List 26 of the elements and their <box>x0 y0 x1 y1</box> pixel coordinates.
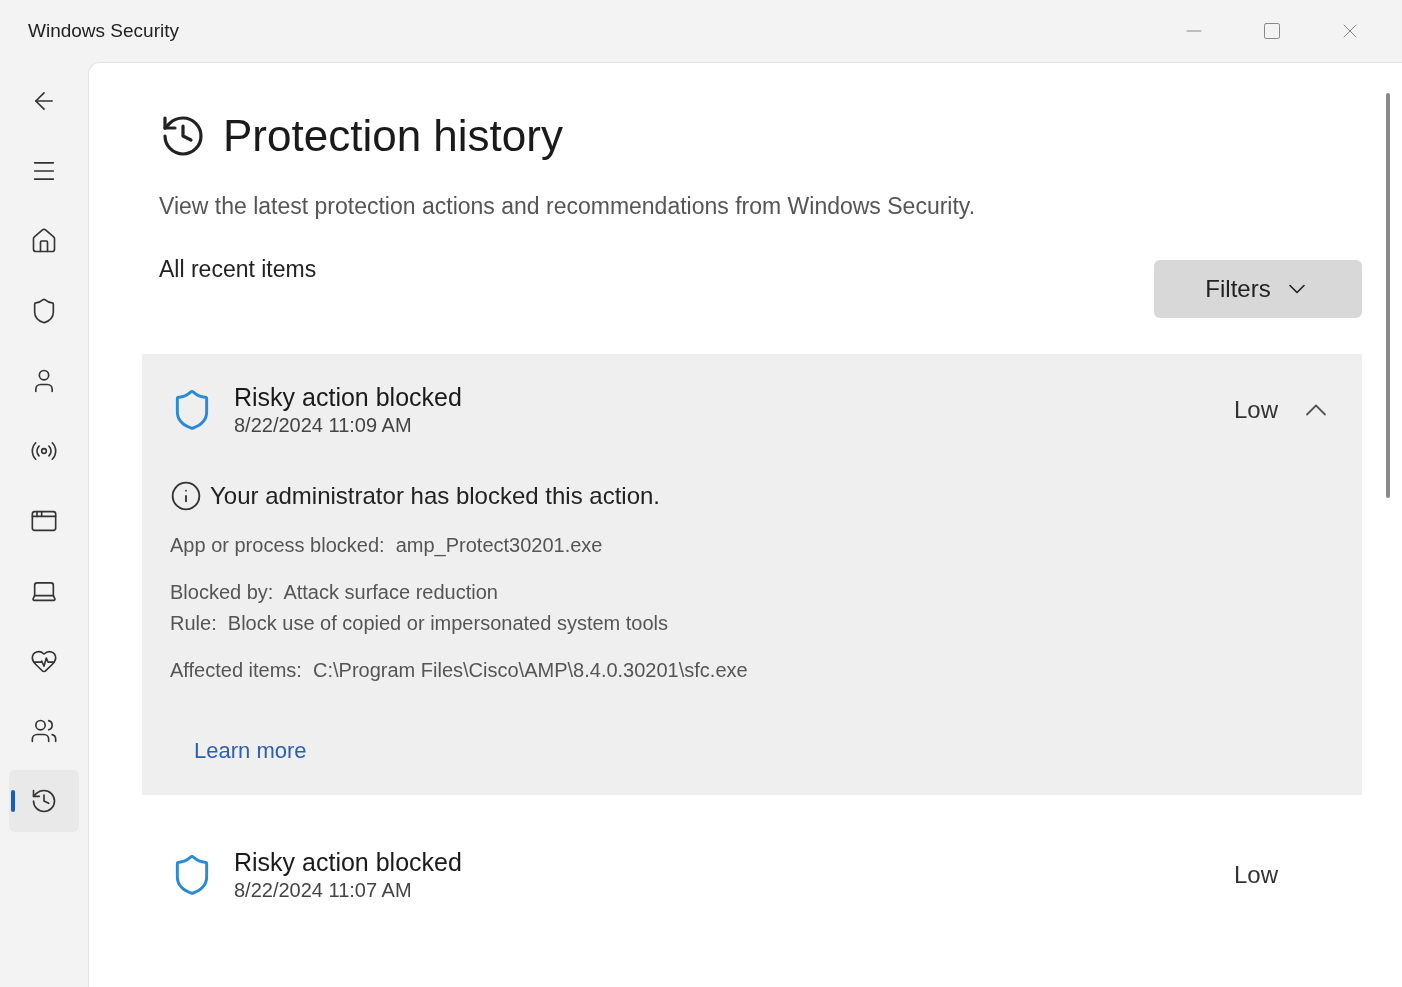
people-icon <box>30 717 58 745</box>
maximize-icon[interactable] <box>1262 21 1282 41</box>
item-title: Risky action blocked <box>234 381 462 413</box>
detail-text: Affected items: C:\Program Files\Cisco\AMP\8.4.0.30201\sfc.exe <box>170 657 749 683</box>
learn-more-link[interactable]: Learn more <box>194 733 307 767</box>
item-date: 8/22/2024 11:09 AM <box>234 412 413 438</box>
severity-label: Low <box>1233 394 1278 425</box>
selection-indicator <box>11 790 15 812</box>
item-date: 8/22/2024 11:07 AM <box>234 878 413 903</box>
detail-text: Rule: Block use of copied or impersonated system tools <box>170 610 670 636</box>
filters-button[interactable]: Filters <box>1154 259 1362 318</box>
notice-text: Your administrator has blocked this action. <box>210 480 661 511</box>
detail-text: App or process blocked: amp_Protect30201.exe <box>170 532 604 559</box>
home-icon <box>30 227 58 255</box>
detail-text: Blocked by: Attack surface reduction <box>170 579 499 605</box>
severity-label: Low <box>1233 859 1278 890</box>
history-item-card[interactable] <box>142 353 1362 795</box>
item-title: Risky action blocked <box>234 846 462 878</box>
nav-item[interactable] <box>9 770 79 832</box>
window-title: Windows Security <box>28 18 179 43</box>
page-description: View the latest protection actions and recommendations from Windows Security. <box>159 192 977 221</box>
page-title: Protection history <box>223 110 563 162</box>
info-icon <box>170 479 202 512</box>
scrollbar[interactable] <box>1386 93 1390 498</box>
history-icon <box>30 787 58 815</box>
section-label: All recent items <box>159 254 317 284</box>
